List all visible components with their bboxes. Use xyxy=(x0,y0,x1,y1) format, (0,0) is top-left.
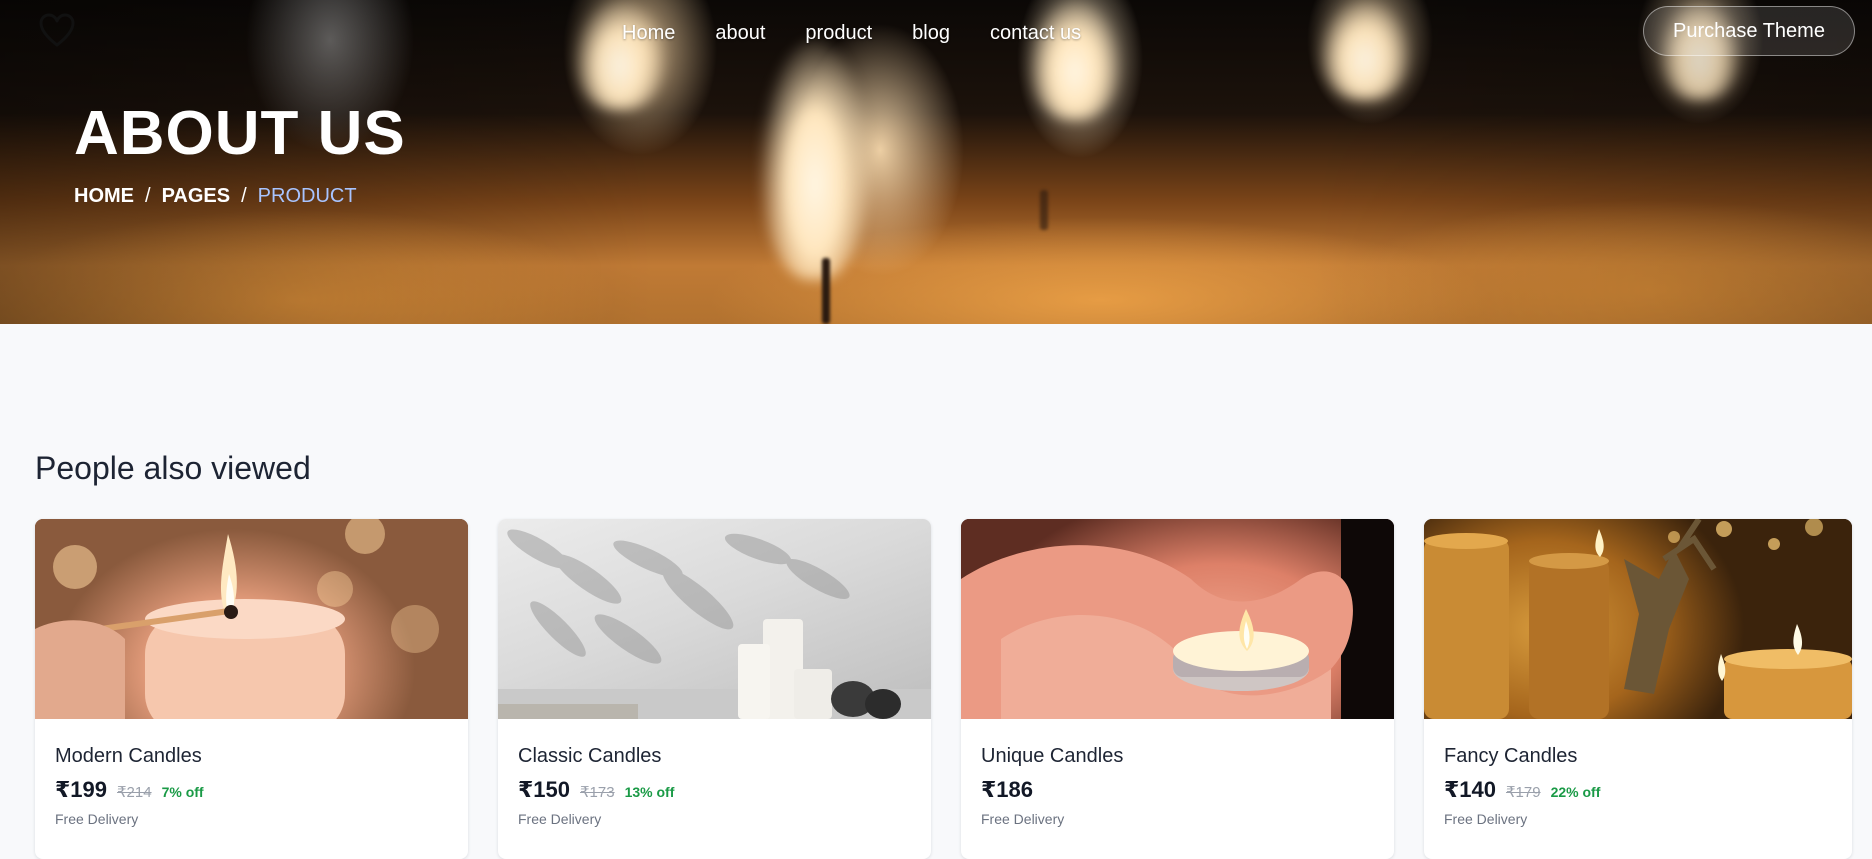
product-mrp: ₹179 xyxy=(1506,784,1541,801)
delivery-info: Free Delivery xyxy=(55,811,139,827)
discount-badge: 22% off xyxy=(1550,784,1601,800)
heart-icon[interactable] xyxy=(38,12,76,50)
hero-banner: Home about product blog contact us Purch… xyxy=(0,0,1872,324)
delivery-info: Free Delivery xyxy=(981,811,1065,827)
product-price: ₹140 xyxy=(1444,777,1497,802)
breadcrumb-current: PRODUCT xyxy=(257,185,357,207)
nav-link-product[interactable]: product xyxy=(805,20,872,46)
product-card[interactable]: Classic Candles ₹150 ₹173 13% off Free D… xyxy=(498,519,931,859)
product-name[interactable]: Classic Candles xyxy=(518,743,911,769)
breadcrumb: HOME / PAGES / PRODUCT xyxy=(74,184,357,208)
product-name[interactable]: Modern Candles xyxy=(55,743,448,769)
breadcrumb-home[interactable]: HOME xyxy=(74,184,134,208)
product-image[interactable] xyxy=(961,519,1394,719)
breadcrumb-pages[interactable]: PAGES xyxy=(162,184,231,208)
nav-link-contact[interactable]: contact us xyxy=(990,20,1081,46)
price-row: ₹186 xyxy=(981,777,1374,805)
product-image[interactable] xyxy=(1424,519,1852,719)
delivery-info: Free Delivery xyxy=(518,811,602,827)
product-card[interactable]: Fancy Candles ₹140 ₹179 22% off Free Del… xyxy=(1424,519,1852,859)
page-title: ABOUT US xyxy=(74,99,406,168)
product-price: ₹199 xyxy=(55,777,108,802)
product-name[interactable]: Unique Candles xyxy=(981,743,1374,769)
purchase-theme-button[interactable]: Purchase Theme xyxy=(1643,6,1855,56)
product-mrp: ₹214 xyxy=(117,784,152,801)
product-image[interactable] xyxy=(498,519,931,719)
price-row: ₹199 ₹214 7% off xyxy=(55,777,448,805)
breadcrumb-separator: / xyxy=(145,185,151,207)
product-price: ₹150 xyxy=(518,777,571,802)
product-card[interactable]: Unique Candles ₹186 Free Delivery xyxy=(961,519,1394,859)
product-mrp: ₹173 xyxy=(580,784,615,801)
section-title: People also viewed xyxy=(35,450,311,486)
price-row: ₹140 ₹179 22% off xyxy=(1444,777,1832,805)
nav-link-blog[interactable]: blog xyxy=(912,20,950,46)
delivery-info: Free Delivery xyxy=(1444,811,1528,827)
price-row: ₹150 ₹173 13% off xyxy=(518,777,911,805)
nav-link-home[interactable]: Home xyxy=(622,20,675,46)
product-name[interactable]: Fancy Candles xyxy=(1444,743,1832,769)
discount-badge: 13% off xyxy=(624,784,675,800)
nav-link-about[interactable]: about xyxy=(715,20,765,46)
discount-badge: 7% off xyxy=(161,784,204,800)
product-price: ₹186 xyxy=(981,777,1034,802)
product-card[interactable]: Modern Candles ₹199 ₹214 7% off Free Del… xyxy=(35,519,468,859)
breadcrumb-separator: / xyxy=(241,185,247,207)
main-nav: Home about product blog contact us xyxy=(622,20,1121,46)
product-image[interactable] xyxy=(35,519,468,719)
